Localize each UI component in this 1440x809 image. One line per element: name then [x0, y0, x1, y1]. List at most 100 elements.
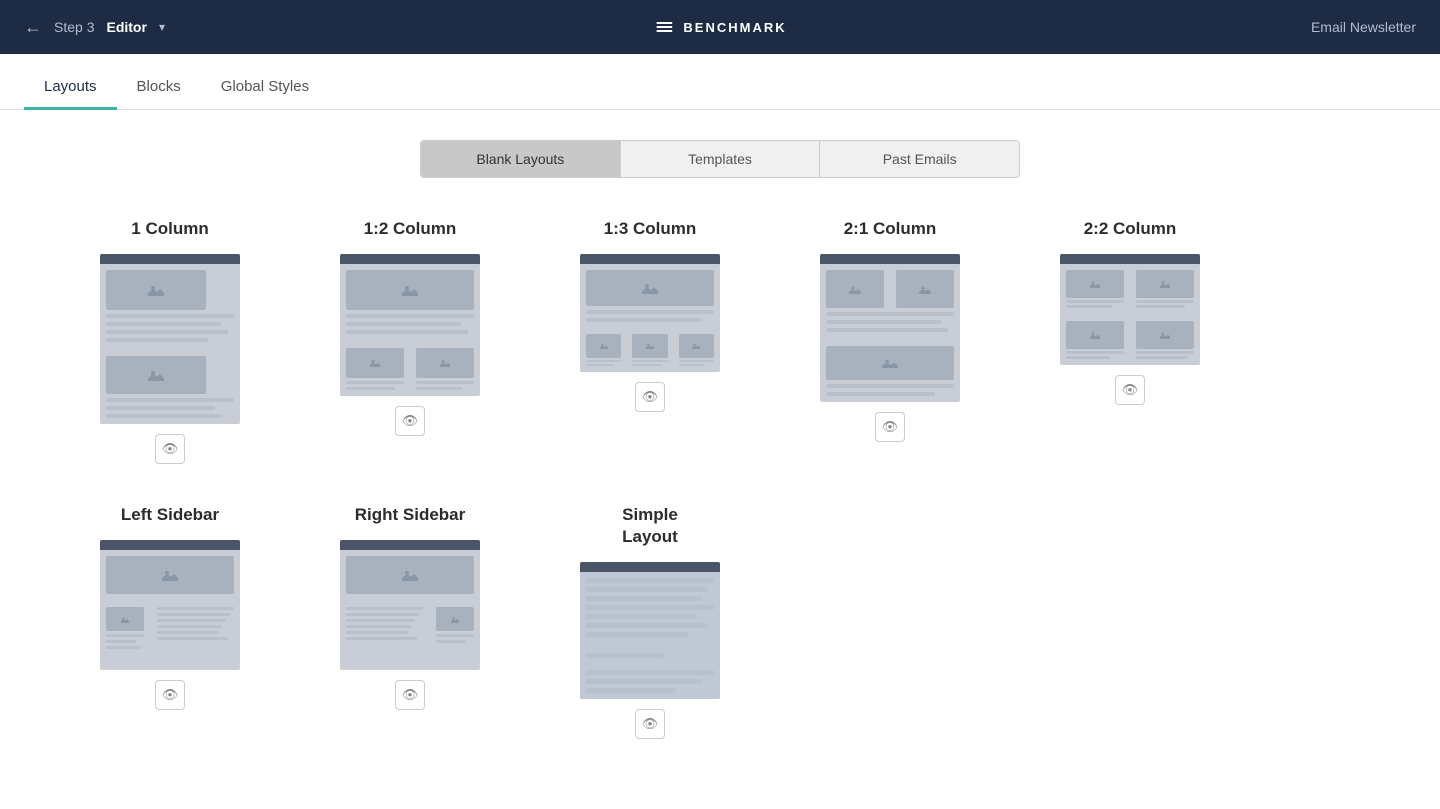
card-header-bar [580, 254, 720, 264]
tab-layouts[interactable]: Layouts [24, 62, 117, 110]
text-sm [1136, 351, 1194, 354]
text-sm [1066, 305, 1112, 308]
chevron-down-icon[interactable]: ▾ [159, 20, 165, 34]
preview-button-simple-layout[interactable]: 👁 [635, 709, 665, 739]
back-button[interactable]: ← [24, 17, 42, 38]
eye-icon: 👁 [882, 419, 899, 435]
tab-blank-layouts[interactable]: Blank Layouts [421, 141, 621, 177]
sidebar-content-row [106, 607, 234, 649]
text-sm [1066, 356, 1110, 359]
text-sm [346, 637, 417, 640]
text-sm [346, 619, 415, 622]
preview-button-left-sidebar[interactable]: 👁 [155, 680, 185, 710]
layout-1-column: 1 Column [80, 218, 260, 464]
eye-icon: 👁 [162, 687, 179, 703]
text-sm [586, 360, 621, 362]
text-sm [106, 646, 140, 649]
image-block-3 [679, 334, 714, 358]
preview-button-12-column[interactable]: 👁 [395, 406, 425, 436]
text-sm [416, 381, 474, 384]
layout-simple-card[interactable] [580, 562, 720, 699]
text-sm [106, 634, 144, 637]
image-block-2 [106, 356, 206, 394]
layout-13-column-card[interactable] [580, 254, 720, 372]
text-block [346, 330, 468, 334]
text-block [586, 670, 714, 675]
layout-22-column: 2:2 Column [1040, 218, 1220, 464]
text-block [586, 623, 708, 628]
eye-icon: 👁 [642, 716, 659, 732]
text-sm [586, 364, 614, 366]
layout-1-column-card[interactable] [100, 254, 240, 424]
preview-button-13-column[interactable]: 👁 [635, 382, 665, 412]
text-sm [416, 387, 462, 390]
image-block-left [346, 348, 404, 378]
image-block-top [346, 556, 474, 594]
text-block [826, 320, 941, 324]
card-header-bar [100, 254, 240, 264]
layout-21-column: 2:1 Column [800, 218, 980, 464]
text-sm [436, 640, 466, 643]
card-body [1060, 264, 1200, 365]
tab-blocks[interactable]: Blocks [117, 62, 201, 110]
text-block [586, 318, 701, 322]
text-block [106, 314, 234, 318]
card-body [580, 264, 720, 372]
layout-right-sidebar-card[interactable] [340, 540, 480, 670]
three-col-row [586, 334, 714, 366]
layout-left-sidebar: Left Sidebar [80, 504, 260, 739]
text-sm [346, 631, 408, 634]
card-body [820, 264, 960, 402]
preview-button-right-sidebar[interactable]: 👁 [395, 680, 425, 710]
text-block [106, 330, 228, 334]
image-row [106, 270, 234, 310]
sidebar-image [106, 607, 144, 631]
text-block [586, 310, 714, 314]
text-sm [157, 607, 234, 610]
header-left: ← Step 3 Editor ▾ [24, 17, 165, 38]
text-sm [1136, 356, 1188, 359]
text-sm [106, 640, 136, 643]
layout-22-column-label: 2:2 Column [1084, 218, 1177, 240]
text-block [826, 328, 948, 332]
text-sm [346, 607, 423, 610]
text-sm [1136, 300, 1194, 303]
text-block [586, 653, 663, 658]
tab-past-emails[interactable]: Past Emails [820, 141, 1019, 177]
image-block [586, 270, 714, 306]
preview-button-21-column[interactable]: 👁 [875, 412, 905, 442]
layout-12-column-card[interactable] [340, 254, 480, 396]
card-header-bar [340, 540, 480, 550]
text-block [106, 406, 215, 410]
eye-icon: 👁 [402, 413, 419, 429]
text-sm [679, 364, 705, 366]
layout-21-column-label: 2:1 Column [844, 218, 937, 240]
card-header-bar [100, 540, 240, 550]
editor-label: Editor [106, 19, 146, 35]
text-block [106, 414, 221, 418]
text-block [106, 322, 221, 326]
layout-simple: Simple Layout [560, 504, 740, 739]
tab-global-styles[interactable]: Global Styles [201, 62, 329, 110]
layout-grid-row1: 1 Column [60, 218, 1380, 504]
text-sm [157, 637, 228, 640]
eye-icon: 👁 [1122, 382, 1139, 398]
card-header-bar [1060, 254, 1200, 264]
card-header-bar [340, 254, 480, 264]
layout-left-sidebar-card[interactable] [100, 540, 240, 670]
text-block [346, 322, 461, 326]
preview-button-1-column[interactable]: 👁 [155, 434, 185, 464]
layout-type-tabs: Blank Layouts Templates Past Emails [420, 140, 1020, 178]
layout-21-column-card[interactable] [820, 254, 960, 402]
layout-13-column: 1:3 Column [560, 218, 740, 464]
card-body [340, 264, 480, 396]
text-sm [346, 381, 404, 384]
image-block-1 [586, 334, 621, 358]
text-sm [632, 364, 662, 366]
image-block-left [826, 270, 884, 308]
layout-22-column-card[interactable] [1060, 254, 1200, 365]
text-block [586, 605, 714, 610]
tab-templates[interactable]: Templates [621, 141, 821, 177]
text-block [586, 578, 714, 583]
preview-button-22-column[interactable]: 👁 [1115, 375, 1145, 405]
